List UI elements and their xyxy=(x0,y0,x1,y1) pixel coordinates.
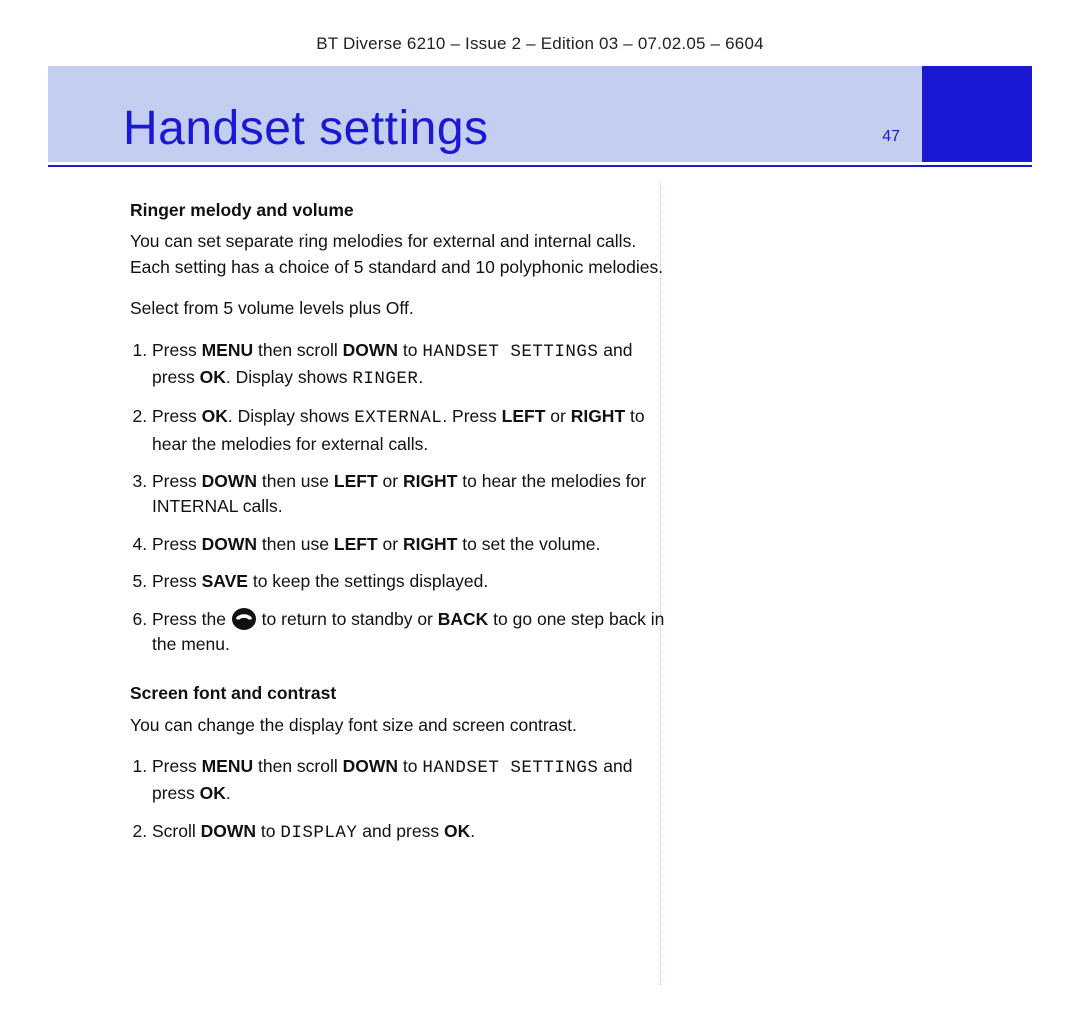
right-key-label: RIGHT xyxy=(571,406,625,426)
save-key-label: SAVE xyxy=(202,571,248,591)
list-item: Press OK. Display shows EXTERNAL. Press … xyxy=(152,404,670,457)
text: to keep the settings displayed. xyxy=(248,571,488,591)
list-item: Press MENU then scroll DOWN to HANDSET S… xyxy=(152,338,670,393)
down-key-label: DOWN xyxy=(202,534,257,554)
right-key-label: RIGHT xyxy=(403,471,457,491)
text: . Press xyxy=(442,406,501,426)
text: . xyxy=(418,367,423,387)
ok-key-label: OK xyxy=(200,783,226,803)
text: . xyxy=(470,821,475,841)
list-item: Press MENU then scroll DOWN to HANDSET S… xyxy=(152,754,670,807)
display-text: DISPLAY xyxy=(280,823,357,843)
text: then use xyxy=(257,534,334,554)
menu-key-label: MENU xyxy=(202,756,254,776)
text: Scroll xyxy=(152,821,201,841)
text: or xyxy=(545,406,570,426)
left-key-label: LEFT xyxy=(334,471,378,491)
text: Press xyxy=(152,471,202,491)
text: Press xyxy=(152,571,202,591)
text: to set the volume. xyxy=(457,534,600,554)
title-band: Handset settings 47 xyxy=(48,66,1032,162)
display-text: HANDSET SETTINGS xyxy=(422,758,598,778)
list-item: Scroll DOWN to DISPLAY and press OK. xyxy=(152,819,670,846)
text: then use xyxy=(257,471,334,491)
list-item: Press DOWN then use LEFT or RIGHT to hea… xyxy=(152,469,670,520)
list-item: Press SAVE to keep the settings displaye… xyxy=(152,569,670,594)
steps-list-ringer: Press MENU then scroll DOWN to HANDSET S… xyxy=(130,338,670,658)
display-text: RINGER xyxy=(352,369,418,389)
text: to xyxy=(398,340,422,360)
back-key-label: BACK xyxy=(438,609,489,629)
text: or xyxy=(378,471,403,491)
content-column: Ringer melody and volume You can set sep… xyxy=(130,196,670,870)
text: or xyxy=(378,534,403,554)
section-heading-ringer: Ringer melody and volume xyxy=(130,198,670,223)
end-call-icon xyxy=(231,607,257,631)
text: Press xyxy=(152,340,202,360)
down-key-label: DOWN xyxy=(343,340,398,360)
text: to xyxy=(398,756,422,776)
text: then scroll xyxy=(253,340,342,360)
ok-key-label: OK xyxy=(200,367,226,387)
down-key-label: DOWN xyxy=(343,756,398,776)
text: then scroll xyxy=(253,756,342,776)
text: Press the xyxy=(152,609,231,629)
ok-key-label: OK xyxy=(444,821,470,841)
text: . Display shows xyxy=(226,367,352,387)
display-text: EXTERNAL xyxy=(354,408,442,428)
menu-key-label: MENU xyxy=(202,340,254,360)
body-text: You can change the display font size and… xyxy=(130,713,670,738)
text: Press xyxy=(152,406,202,426)
body-text: Select from 5 volume levels plus Off. xyxy=(130,296,670,321)
display-text: HANDSET SETTINGS xyxy=(422,342,598,362)
down-key-label: DOWN xyxy=(201,821,256,841)
ok-key-label: OK xyxy=(202,406,228,426)
text: Press xyxy=(152,756,202,776)
list-item: Press the to return to standby or BACK t… xyxy=(152,607,670,658)
text: and press xyxy=(357,821,444,841)
title-underline xyxy=(48,165,1032,167)
page-number: 47 xyxy=(882,128,900,146)
text: . xyxy=(226,783,231,803)
right-key-label: RIGHT xyxy=(403,534,457,554)
left-key-label: LEFT xyxy=(334,534,378,554)
section-heading-screen: Screen font and contrast xyxy=(130,681,670,706)
manual-page: BT Diverse 6210 – Issue 2 – Edition 03 –… xyxy=(0,0,1080,1025)
document-header: BT Diverse 6210 – Issue 2 – Edition 03 –… xyxy=(0,34,1080,54)
page-title: Handset settings xyxy=(123,101,489,156)
text: to xyxy=(256,821,280,841)
text: Press xyxy=(152,534,202,554)
title-band-right xyxy=(922,66,1032,162)
body-text: You can set separate ring melodies for e… xyxy=(130,229,670,280)
left-key-label: LEFT xyxy=(502,406,546,426)
steps-list-screen: Press MENU then scroll DOWN to HANDSET S… xyxy=(130,754,670,846)
list-item: Press DOWN then use LEFT or RIGHT to set… xyxy=(152,532,670,557)
text: . Display shows xyxy=(228,406,354,426)
down-key-label: DOWN xyxy=(202,471,257,491)
text: to return to standby or xyxy=(262,609,438,629)
